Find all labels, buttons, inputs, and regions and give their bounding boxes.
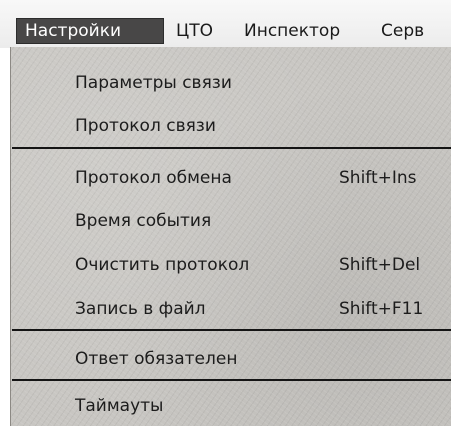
menu-item-shortcut: Shift+Del — [339, 255, 421, 275]
menu-item-timeouts[interactable]: Таймауты — [11, 389, 451, 425]
menu-item-label: Запись в файл — [75, 299, 206, 319]
menu-item-label: Параметры связи — [75, 73, 232, 93]
menu-item-label: Время события — [75, 211, 212, 231]
menu-item-label: Очистить протокол — [75, 255, 250, 275]
menu-settings[interactable]: Настройки — [16, 18, 164, 44]
menu-separator — [12, 147, 451, 149]
menu-item-connection-parameters[interactable]: Параметры связи — [11, 66, 451, 102]
menu-inspector[interactable]: Инспектор — [236, 19, 348, 43]
menu-item-shortcut: Shift+Ins — [339, 168, 417, 188]
menu-item-label: Протокол связи — [75, 116, 216, 136]
menu-item-label: Протокол обмена — [75, 168, 232, 188]
menu-item-shortcut: Shift+F11 — [339, 299, 424, 319]
menu-service[interactable]: Серв — [373, 19, 432, 43]
menu-bar: Настройки ЦТО Инспектор Серв — [0, 0, 451, 48]
menu-separator — [12, 329, 451, 331]
menu-item-connection-protocol[interactable]: Протокол связи — [11, 109, 451, 145]
menu-item-clear-protocol[interactable]: Очистить протокол Shift+Del — [11, 248, 451, 284]
menu-item-exchange-protocol[interactable]: Протокол обмена Shift+Ins — [11, 161, 451, 197]
menu-item-label: Ответ обязателен — [75, 349, 238, 369]
settings-dropdown: Параметры связи Протокол связи Протокол … — [10, 47, 451, 426]
menu-item-event-time[interactable]: Время события — [11, 204, 451, 240]
menu-cto[interactable]: ЦТО — [168, 19, 221, 43]
menu-separator — [12, 379, 451, 381]
menu-item-response-required[interactable]: Ответ обязателен — [11, 342, 451, 378]
menu-item-write-to-file[interactable]: Запись в файл Shift+F11 — [11, 292, 451, 328]
menu-item-label: Таймауты — [75, 396, 164, 416]
